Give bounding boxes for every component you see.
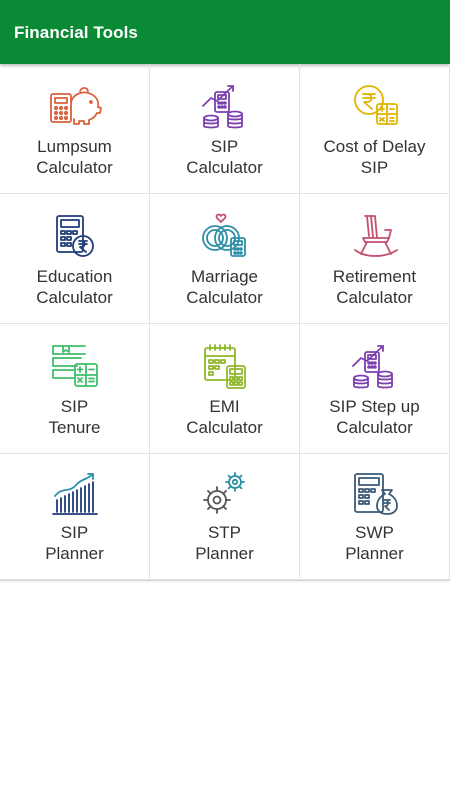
- tool-label: Cost of Delay SIP: [323, 137, 426, 177]
- rocking-chair-icon: [347, 210, 403, 262]
- books-calculator-icon: [47, 340, 103, 392]
- tool-sip-planner[interactable]: SIP Planner: [0, 454, 150, 580]
- app-bar: Financial Tools: [0, 0, 450, 64]
- tool-retirement-calculator[interactable]: Retirement Calculator: [300, 194, 450, 324]
- tool-swp-planner[interactable]: SWP Planner: [300, 454, 450, 580]
- tool-label: SWP Planner: [345, 523, 404, 563]
- tool-emi-calculator[interactable]: EMI Calculator: [150, 324, 300, 454]
- rupee-calculator-icon: [47, 210, 103, 262]
- tool-stp-planner[interactable]: STP Planner: [150, 454, 300, 580]
- tool-label: SIP Calculator: [186, 137, 263, 177]
- tool-cost-of-delay-sip[interactable]: Cost of Delay SIP: [300, 64, 450, 194]
- piggy-bank-calculator-icon: [47, 80, 103, 132]
- tool-sip-calculator[interactable]: SIP Calculator: [150, 64, 300, 194]
- wedding-rings-calculator-icon: [197, 210, 253, 262]
- tool-label: STP Planner: [195, 523, 254, 563]
- tool-label: SIP Planner: [45, 523, 104, 563]
- tool-label: SIP Step up Calculator: [329, 397, 420, 437]
- tool-label: EMI Calculator: [186, 397, 263, 437]
- calculator-coins-growth-icon: [197, 80, 253, 132]
- gears-icon: [197, 468, 253, 520]
- calculator-coins-growth-icon: [347, 340, 403, 392]
- rupee-coin-calculator-icon: [347, 80, 403, 132]
- tool-label: Marriage Calculator: [186, 267, 263, 307]
- calculator-money-bag-icon: [347, 468, 403, 520]
- tool-label: Retirement Calculator: [332, 267, 417, 307]
- tool-education-calculator[interactable]: Education Calculator: [0, 194, 150, 324]
- tool-label: Education Calculator: [36, 267, 113, 307]
- tool-label: Lumpsum Calculator: [36, 137, 113, 177]
- tool-sip-step-up-calculator[interactable]: SIP Step up Calculator: [300, 324, 450, 454]
- page-title: Financial Tools: [14, 23, 138, 42]
- tool-label: SIP Tenure: [48, 397, 101, 437]
- tool-sip-tenure[interactable]: SIP Tenure: [0, 324, 150, 454]
- calendar-calculator-icon: [197, 340, 253, 392]
- growth-chart-icon: [47, 468, 103, 520]
- tools-grid: Lumpsum Calculator SIP Calculator Cost o…: [0, 64, 450, 581]
- tool-marriage-calculator[interactable]: Marriage Calculator: [150, 194, 300, 324]
- tool-lumpsum-calculator[interactable]: Lumpsum Calculator: [0, 64, 150, 194]
